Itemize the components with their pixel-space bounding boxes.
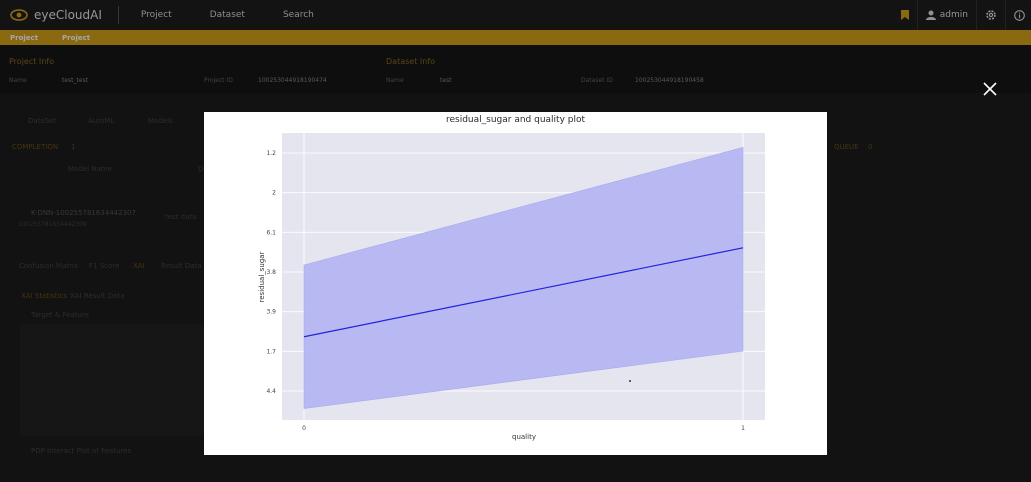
- y-tick-label: 3.9: [266, 309, 276, 316]
- x-axis-label: quality: [512, 433, 536, 441]
- y-tick-label: 1.2: [266, 150, 276, 157]
- x-tick-label: 1: [741, 425, 745, 432]
- y-axis-label: residual_sugar: [258, 251, 266, 302]
- y-tick-label: 3.8: [266, 269, 276, 276]
- y-tick-label: 1.7: [266, 348, 276, 355]
- y-tick-label: 4.4: [266, 388, 276, 395]
- close-icon[interactable]: [980, 79, 1000, 99]
- x-axis-ticks: 01: [302, 425, 745, 432]
- plot-modal: residual_sugar and quality plot 1.2 2 6.1 3…: [204, 112, 827, 455]
- stray-point: [629, 380, 631, 382]
- confidence-band: [303, 146, 744, 409]
- x-tick-label: 0: [302, 425, 306, 432]
- y-axis-ticks: 1.2 2 6.1 3.8 3.9 1.7 4.4: [266, 150, 276, 395]
- y-tick-label: 2: [272, 190, 276, 197]
- pdp-chart: 1.226.13.83.91.74.4 01 quality residual_…: [258, 133, 765, 441]
- y-tick-label: 6.1: [266, 229, 276, 236]
